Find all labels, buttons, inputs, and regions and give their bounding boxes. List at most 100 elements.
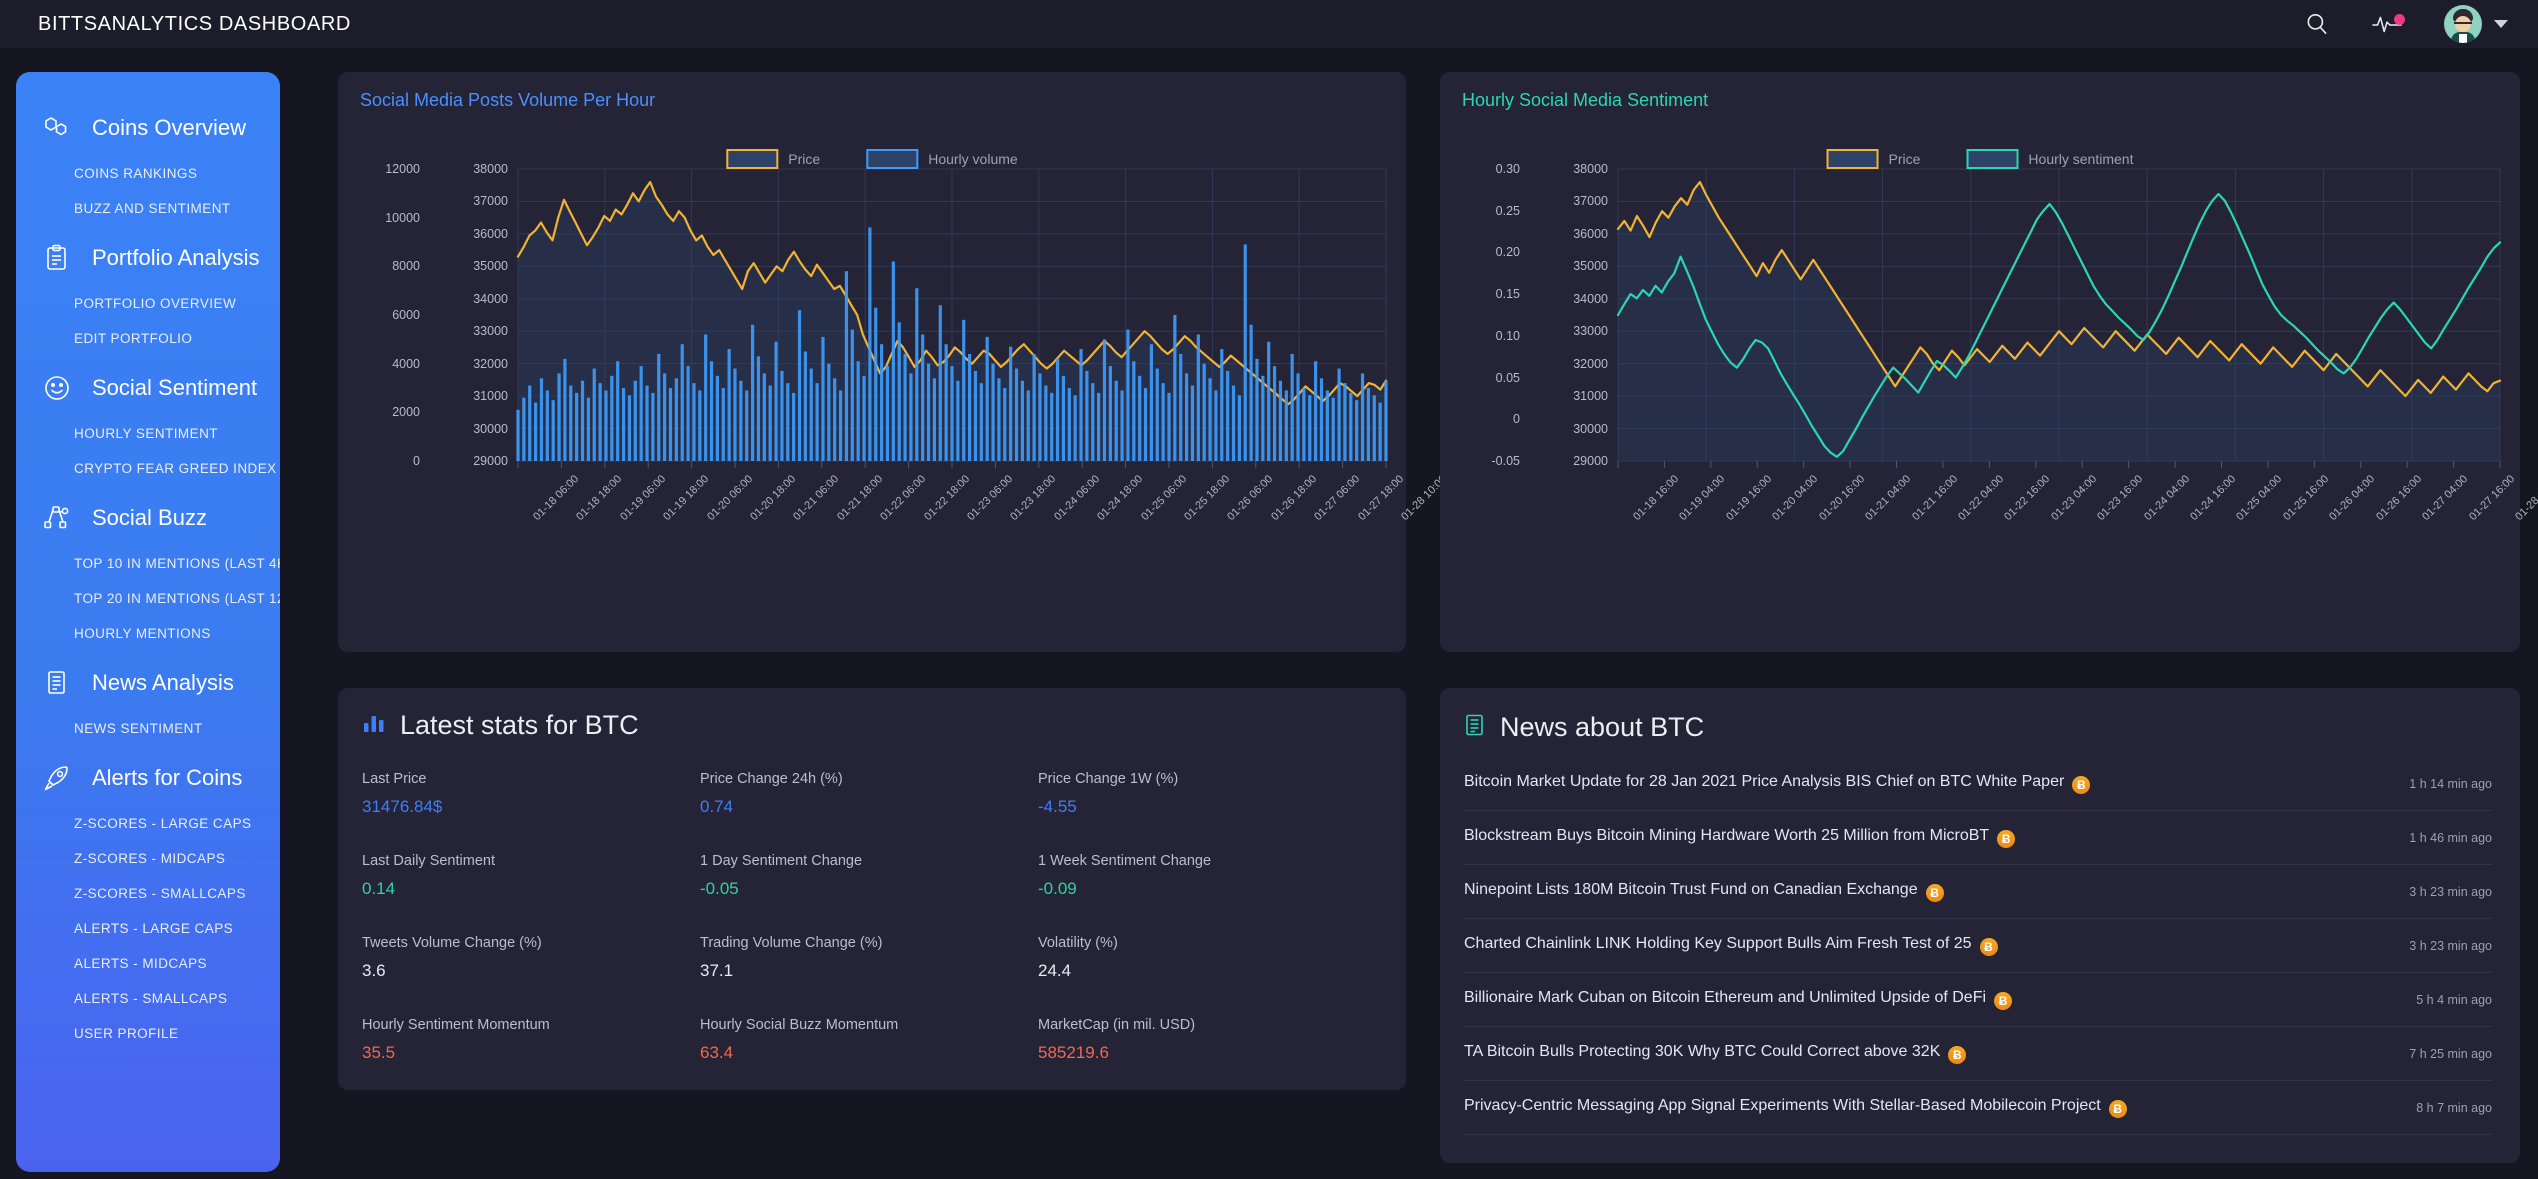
sidebar-subitem-z-scores-midcaps[interactable]: Z-SCORES - MIDCAPS <box>16 841 280 876</box>
sidebar-item-news-analysis[interactable]: News Analysis <box>16 655 280 711</box>
x-tick-label: 01-19 16:00 <box>1724 473 1775 524</box>
sidebar-subitem-z-scores-large-caps[interactable]: Z-SCORES - LARGE CAPS <box>16 806 280 841</box>
news-timestamp: 3 h 23 min ago <box>2409 938 2492 953</box>
stat-label: Price Change 24h (%) <box>700 771 843 787</box>
news-title[interactable]: Charted Chainlink LINK Holding Key Suppo… <box>1464 935 1998 956</box>
news-title-text: TA Bitcoin Bulls Protecting 30K Why BTC … <box>1464 1043 1941 1060</box>
legend-label-hourly-sentiment: Hourly sentiment <box>2028 151 2134 167</box>
news-title[interactable]: Billionaire Mark Cuban on Bitcoin Ethere… <box>1464 989 2013 1010</box>
avatar[interactable] <box>2444 5 2508 43</box>
x-axis-sentiment: 01-18 16:00 01-19 04:00 01-19 16:00 01-20 0… <box>1440 469 2538 559</box>
news-timestamp: 7 h 25 min ago <box>2409 1046 2492 1061</box>
legend-item-hourly-volume[interactable]: Hourly volume <box>866 149 1018 169</box>
sidebar-subitem-edit-portfolio[interactable]: EDIT PORTFOLIO <box>16 321 280 356</box>
rocket-icon <box>42 763 72 793</box>
chart-legend-sentiment: Price Hourly sentiment <box>1826 149 2133 169</box>
stat-label: Trading Volume Change (%) <box>700 935 883 951</box>
hexagon-cluster-icon <box>42 113 72 143</box>
sidebar-subitem-buzz-and-sentiment[interactable]: BUZZ AND SENTIMENT <box>16 191 280 226</box>
sidebar-item-social-buzz[interactable]: Social Buzz <box>16 490 280 546</box>
x-tick-label: 01-18 18:00 <box>574 473 625 524</box>
stat-cell: Price Change 24h (%) 0.74 <box>700 771 1038 831</box>
news-timestamp: 8 h 7 min ago <box>2416 1100 2492 1115</box>
sidebar-item-alerts-for-coins[interactable]: Alerts for Coins <box>16 750 280 806</box>
sidebar-subitem-top-10-in-mentions-last-4h-[interactable]: TOP 10 IN MENTIONS (LAST 4H) <box>16 546 280 581</box>
x-tick-label: 01-24 06:00 <box>1051 473 1103 524</box>
x-tick-label: 01-24 18:00 <box>1095 473 1146 524</box>
legend-label-price: Price <box>788 151 821 167</box>
stat-value: 3.6 <box>362 961 386 980</box>
sidebar-item-portfolio-analysis[interactable]: Portfolio Analysis <box>16 230 280 286</box>
x-tick-label: 01-27 06:00 <box>1312 473 1363 524</box>
news-list: Bitcoin Market Update for 28 Jan 2021 Pr… <box>1440 743 2520 1135</box>
x-tick-label: 01-25 18:00 <box>1182 473 1233 524</box>
news-document-icon <box>1464 713 1486 742</box>
x-tick-label: 01-19 04:00 <box>1677 473 1728 524</box>
stat-cell: Volatility (%) 24.4 <box>1038 935 1376 995</box>
news-title-text: Bitcoin Market Update for 28 Jan 2021 Pr… <box>1464 773 2065 790</box>
stat-cell: Hourly Sentiment Momentum 35.5 <box>362 1017 700 1077</box>
sidebar-subitem-coins-rankings[interactable]: COINS RANKINGS <box>16 156 280 191</box>
sidebar-group-label: Alerts for Coins <box>92 765 243 790</box>
x-tick-label: 01-23 04:00 <box>2048 473 2099 524</box>
sidebar-subitem-alerts-midcaps[interactable]: ALERTS - MIDCAPS <box>16 946 280 981</box>
sidebar-group-label: Coins Overview <box>92 115 247 140</box>
x-tick-label: 01-19 06:00 <box>617 473 669 524</box>
stat-value: -0.09 <box>1038 879 1077 898</box>
news-list-item[interactable]: Ninepoint Lists 180M Bitcoin Trust Fund … <box>1464 865 2492 919</box>
legend-item-price-sentiment[interactable]: Price <box>1826 149 1920 169</box>
sidebar-subitem-news-sentiment[interactable]: NEWS SENTIMENT <box>16 711 280 746</box>
news-list-item[interactable]: Privacy-Centric Messaging App Signal Exp… <box>1464 1081 2492 1135</box>
activity-pulse-icon[interactable] <box>2372 13 2405 35</box>
news-timestamp: 1 h 14 min ago <box>2409 776 2492 791</box>
stat-cell: Price Change 1W (%) -4.55 <box>1038 771 1376 831</box>
stat-value: 31476.84$ <box>362 797 443 816</box>
stat-cell: Last Price 31476.84$ <box>362 771 700 831</box>
chart-plot-volume[interactable]: Price Hourly volume 0 2000 4000 6000 8000 100… <box>338 111 1449 591</box>
stat-value: -4.55 <box>1038 797 1077 816</box>
news-title[interactable]: Ninepoint Lists 180M Bitcoin Trust Fund … <box>1464 881 1944 902</box>
sidebar-item-coins-overview[interactable]: Coins Overview <box>16 100 280 156</box>
stat-label: Tweets Volume Change (%) <box>362 935 542 951</box>
legend-swatch-price-sentiment <box>1826 149 1879 169</box>
chevron-down-icon[interactable] <box>2494 20 2508 28</box>
sidebar-subitem-alerts-smallcaps[interactable]: ALERTS - SMALLCAPS <box>16 981 280 1016</box>
chart-legend-volume: Price Hourly volume <box>726 149 1018 169</box>
sidebar-group-news-analysis: News Analysis NEWS SENTIMENT <box>16 655 280 746</box>
sidebar-subitem-crypto-fear-greed-index[interactable]: CRYPTO FEAR GREED INDEX <box>16 451 280 486</box>
legend-item-price[interactable]: Price <box>726 149 820 169</box>
news-title-text: Ninepoint Lists 180M Bitcoin Trust Fund … <box>1464 881 1918 898</box>
news-title[interactable]: Blockstream Buys Bitcoin Mining Hardware… <box>1464 827 2016 848</box>
sidebar-subitem-hourly-mentions[interactable]: HOURLY MENTIONS <box>16 616 280 651</box>
news-list-item[interactable]: Charted Chainlink LINK Holding Key Suppo… <box>1464 919 2492 973</box>
sidebar-subitem-top-20-in-mentions-last-12h-[interactable]: TOP 20 IN MENTIONS (LAST 12H) <box>16 581 280 616</box>
top-header-bar: BITTSANALYTICS DASHBOARD <box>0 0 2538 48</box>
search-icon[interactable] <box>2304 11 2330 37</box>
sidebar-subitem-user-profile[interactable]: USER PROFILE <box>16 1016 280 1051</box>
news-list-item[interactable]: Blockstream Buys Bitcoin Mining Hardware… <box>1464 811 2492 865</box>
sidebar-subitem-z-scores-smallcaps[interactable]: Z-SCORES - SMALLCAPS <box>16 876 280 911</box>
stat-label: 1 Day Sentiment Change <box>700 853 863 869</box>
stat-label: MarketCap (in mil. USD) <box>1038 1017 1196 1033</box>
sidebar-group-label: Portfolio Analysis <box>92 245 260 270</box>
smiley-icon <box>42 373 72 403</box>
news-list-item[interactable]: Billionaire Mark Cuban on Bitcoin Ethere… <box>1464 973 2492 1027</box>
chart-plot-sentiment[interactable]: Price Hourly sentiment -0.05 0 0.05 0.10 0.1… <box>1440 111 2538 591</box>
stat-value: 24.4 <box>1038 961 1072 980</box>
news-title[interactable]: Bitcoin Market Update for 28 Jan 2021 Pr… <box>1464 773 2091 794</box>
news-list-item[interactable]: Bitcoin Market Update for 28 Jan 2021 Pr… <box>1464 757 2492 811</box>
sidebar-subitem-alerts-large-caps[interactable]: ALERTS - LARGE CAPS <box>16 911 280 946</box>
x-tick-label: 01-20 18:00 <box>748 473 799 524</box>
sidebar-subitem-portfolio-overview[interactable]: PORTFOLIO OVERVIEW <box>16 286 280 321</box>
x-tick-label: 01-24 04:00 <box>2141 473 2192 524</box>
news-title[interactable]: TA Bitcoin Bulls Protecting 30K Why BTC … <box>1464 1043 1967 1064</box>
legend-item-hourly-sentiment[interactable]: Hourly sentiment <box>1966 149 2133 169</box>
news-list-item[interactable]: TA Bitcoin Bulls Protecting 30K Why BTC … <box>1464 1027 2492 1081</box>
news-title[interactable]: Privacy-Centric Messaging App Signal Exp… <box>1464 1097 2127 1118</box>
sidebar-subitem-hourly-sentiment[interactable]: HOURLY SENTIMENT <box>16 416 280 451</box>
x-tick-label: 01-25 04:00 <box>2234 473 2285 524</box>
news-timestamp: 1 h 46 min ago <box>2409 830 2492 845</box>
sidebar-group-label: Social Buzz <box>92 505 207 530</box>
sidebar-item-social-sentiment[interactable]: Social Sentiment <box>16 360 280 416</box>
bitcoin-badge-icon: Ƀ <box>1997 830 2016 848</box>
